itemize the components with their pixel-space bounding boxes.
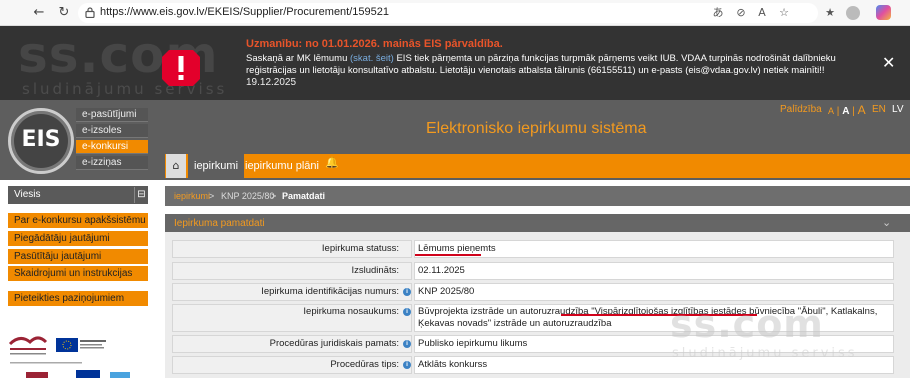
notice-date: 19.12.2025 bbox=[246, 77, 297, 88]
sidebar-item-subscribe[interactable]: Pieteikties paziņojumiem bbox=[8, 291, 148, 306]
tab-procurement-plans[interactable]: iepirkumu plāni bbox=[245, 154, 319, 178]
breadcrumb-separator: > bbox=[271, 191, 277, 201]
sidebar-item-about[interactable]: Par e-konkursu apakšsistēmu bbox=[8, 213, 148, 228]
user-label: Viesis bbox=[14, 189, 41, 200]
bell-icon[interactable]: 🔔 bbox=[325, 156, 339, 169]
section-title: Iepirkuma pamatdati bbox=[174, 218, 265, 229]
watermark-sub: sludinājumu serviss bbox=[672, 346, 858, 361]
field-label-legal-basis: Procedūras juridiskais pamats: bbox=[172, 335, 412, 353]
eis-logo[interactable]: EIS bbox=[8, 108, 74, 174]
section-header[interactable] bbox=[165, 214, 910, 232]
font-size-controls: A | A | A bbox=[828, 103, 866, 117]
site-title: Elektronisko iepirkumu sistēma bbox=[426, 120, 647, 137]
help-link[interactable]: Palīdzība bbox=[780, 104, 822, 115]
close-icon[interactable]: ✕ bbox=[882, 53, 895, 72]
sidebar-item-supplier-questions[interactable]: Piegādātāju jautājumi bbox=[8, 231, 148, 246]
address-bar[interactable]: https://www.eis.gov.lv/EKEIS/Supplier/Pr… bbox=[78, 3, 818, 23]
field-label-name: Iepirkuma nosaukums: bbox=[172, 304, 412, 332]
field-value-status: Lēmums pieņemts bbox=[414, 240, 894, 258]
browser-toolbar: ← ↻ ⌂ https://www.eis.gov.lv/EKEIS/Suppl… bbox=[0, 0, 910, 26]
watermark: ss.com bbox=[670, 302, 824, 346]
info-icon[interactable]: i bbox=[403, 340, 411, 348]
header-item-e-konkursi[interactable]: e-konkursi bbox=[76, 140, 148, 154]
field-value-published: 02.11.2025 bbox=[414, 262, 894, 280]
notice-banner: ss.com sludinājumu serviss Uzmanību: no … bbox=[0, 26, 910, 100]
sidebar-item-instructions[interactable]: Skaidrojumi un instrukcijas bbox=[8, 266, 148, 281]
breadcrumb-item-procurement[interactable]: KNP 2025/80 bbox=[221, 191, 274, 201]
profile-icon[interactable] bbox=[846, 6, 860, 20]
header-item-e-pasutijumi[interactable]: e-pasūtījumi bbox=[76, 108, 148, 122]
field-value-id: KNP 2025/80 bbox=[414, 283, 894, 301]
header-item-e-izzinas[interactable]: e-izziņas bbox=[76, 156, 148, 170]
field-label-published: Izsludināts: bbox=[172, 262, 412, 280]
font-mid-button[interactable]: A bbox=[842, 106, 849, 117]
breadcrumb-item-procurements[interactable]: iepirkumi bbox=[174, 191, 210, 201]
font-sep: | bbox=[852, 106, 855, 117]
field-label-id: Iepirkuma identifikācijas numurs: bbox=[172, 283, 412, 301]
breadcrumb-separator: > bbox=[209, 191, 215, 201]
font-small-button[interactable]: A bbox=[828, 106, 834, 116]
lang-lv-link[interactable]: LV bbox=[892, 104, 904, 115]
copilot-icon[interactable] bbox=[876, 5, 891, 20]
font-large-button[interactable]: A bbox=[858, 103, 866, 117]
notice-link[interactable]: (skat. šeit) bbox=[350, 53, 394, 64]
favorite-icon[interactable]: ☆ bbox=[776, 5, 792, 21]
translate-icon[interactable]: あ bbox=[710, 5, 726, 21]
warning-icon bbox=[162, 50, 200, 86]
highlight-underline bbox=[415, 254, 481, 256]
field-label-procedure-type: Procedūras tips: bbox=[172, 356, 412, 374]
home-icon[interactable]: ⌂ bbox=[166, 154, 186, 178]
breadcrumb bbox=[165, 186, 910, 206]
font-sep: | bbox=[836, 106, 840, 117]
notice-body: Saskaņā ar MK lēmumu (skat. šeit) EIS ti… bbox=[246, 53, 836, 76]
eu-funding-logos bbox=[6, 330, 152, 378]
header-item-e-izsoles[interactable]: e-izsoles bbox=[76, 124, 148, 138]
breadcrumb-item-current: Pamatdati bbox=[282, 191, 326, 201]
refresh-icon[interactable]: ↻ bbox=[55, 4, 73, 22]
url-text: https://www.eis.gov.lv/EKEIS/Supplier/Pr… bbox=[100, 6, 389, 18]
favorites-icon[interactable]: ★ bbox=[822, 5, 838, 21]
tracking-icon[interactable]: ⊘ bbox=[733, 5, 749, 21]
tab-procurements[interactable]: iepirkumi bbox=[188, 154, 245, 178]
read-aloud-icon[interactable]: A bbox=[754, 5, 770, 21]
field-label-status: Iepirkuma statuss: bbox=[172, 240, 412, 258]
notice-title: Uzmanību: no 01.01.2026. mainās EIS pārv… bbox=[246, 38, 503, 50]
sidebar-item-buyer-questions[interactable]: Pasūtītāju jautājumi bbox=[8, 249, 148, 264]
login-icon[interactable]: ⊟ bbox=[134, 187, 148, 203]
sidebar-user: Viesis ⊟ bbox=[8, 186, 148, 204]
lang-en-link[interactable]: EN bbox=[872, 104, 886, 115]
info-icon[interactable]: i bbox=[403, 288, 411, 296]
back-icon[interactable]: ← bbox=[30, 4, 48, 22]
chevron-down-icon[interactable]: ⌄ bbox=[882, 216, 891, 229]
info-icon[interactable]: i bbox=[403, 308, 411, 316]
info-icon[interactable]: i bbox=[403, 361, 411, 369]
lock-icon bbox=[85, 7, 95, 18]
